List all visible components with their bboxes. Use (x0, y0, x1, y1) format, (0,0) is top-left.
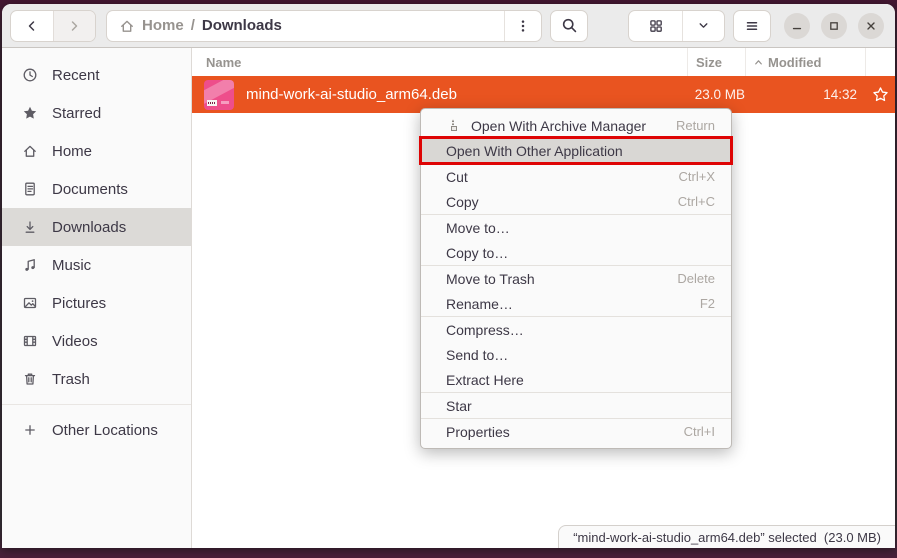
file-name: mind-work-ai-studio_arm64.deb (246, 86, 457, 103)
app-menu-button[interactable] (733, 10, 771, 42)
menu-accel: Return (676, 118, 715, 133)
clock-icon (22, 67, 38, 83)
home-icon (22, 143, 38, 159)
menu-item-move-to[interactable]: Move to… (421, 215, 731, 240)
menu-item-properties[interactable]: Properties Ctrl+I (421, 419, 731, 444)
deb-package-icon (204, 80, 234, 110)
plus-icon (22, 422, 38, 438)
sidebar-item-pictures[interactable]: Pictures (2, 284, 191, 322)
archive-manager-icon (446, 118, 462, 134)
header-bar: Home / Downloads (2, 4, 895, 48)
menu-item-cut[interactable]: Cut Ctrl+X (421, 164, 731, 189)
maximize-button[interactable] (821, 13, 847, 39)
menu-item-send-to[interactable]: Send to… (421, 342, 731, 367)
sidebar-item-label: Videos (52, 333, 98, 350)
sidebar-item-label: Starred (52, 105, 101, 122)
view-options-button[interactable] (682, 11, 724, 41)
column-header-name[interactable]: Name (192, 48, 687, 76)
minimize-button[interactable] (784, 13, 810, 39)
menu-item-open-with-other-application[interactable]: Open With Other Application (421, 138, 731, 163)
context-menu: Open With Archive Manager Return Open Wi… (420, 108, 732, 449)
menu-item-rename[interactable]: Rename… F2 (421, 291, 731, 316)
sidebar-item-label: Home (52, 143, 92, 160)
back-button[interactable] (11, 11, 53, 41)
window-controls (784, 13, 884, 39)
kebab-menu-icon (515, 18, 531, 34)
grid-view-icon (648, 18, 664, 34)
breadcrumb-separator: / (191, 17, 195, 34)
chevron-down-icon (696, 18, 711, 33)
menu-item-extract-here[interactable]: Extract Here (421, 367, 731, 392)
search-icon (561, 17, 578, 34)
download-icon (22, 219, 38, 235)
menu-accel: Ctrl+C (678, 194, 715, 209)
breadcrumb-root[interactable]: Home (142, 17, 184, 34)
breadcrumb-current[interactable]: Downloads (202, 17, 282, 34)
menu-item-compress[interactable]: Compress… (421, 317, 731, 342)
path-menu-button[interactable] (504, 11, 541, 41)
view-toggle-group (628, 10, 725, 42)
close-button[interactable] (858, 13, 884, 39)
sidebar-item-label: Other Locations (52, 422, 158, 439)
minimize-icon (790, 19, 804, 33)
hamburger-icon (744, 18, 760, 34)
places-sidebar: Recent Starred Home Documents Downloads … (2, 48, 192, 548)
sidebar-item-downloads[interactable]: Downloads (2, 208, 191, 246)
sidebar-item-music[interactable]: Music (2, 246, 191, 284)
close-icon (864, 19, 878, 33)
sidebar-item-other-locations[interactable]: Other Locations (2, 411, 191, 449)
sidebar-item-starred[interactable]: Starred (2, 94, 191, 132)
music-note-icon (22, 257, 38, 273)
column-header-row: Name Size Modified (192, 48, 895, 76)
forward-button[interactable] (53, 11, 95, 41)
star-outline-icon (872, 86, 889, 103)
picture-icon (22, 295, 38, 311)
menu-item-move-to-trash[interactable]: Move to Trash Delete (421, 266, 731, 291)
grid-view-button[interactable] (629, 11, 682, 41)
sidebar-item-label: Documents (52, 181, 128, 198)
file-manager-window: Home / Downloads (2, 4, 895, 548)
file-name-cell: mind-work-ai-studio_arm64.deb (192, 80, 687, 110)
search-button[interactable] (550, 10, 588, 42)
file-star-button[interactable] (865, 86, 895, 103)
column-header-star[interactable] (865, 48, 895, 76)
file-size: 23.0 MB (687, 87, 745, 102)
column-header-modified[interactable]: Modified (745, 48, 865, 76)
star-icon (22, 105, 38, 121)
maximize-icon (827, 19, 841, 33)
menu-item-copy[interactable]: Copy Ctrl+C (421, 189, 731, 214)
sort-ascending-icon (753, 57, 764, 68)
menu-item-copy-to[interactable]: Copy to… (421, 240, 731, 265)
trash-icon (22, 371, 38, 387)
menu-accel: F2 (700, 296, 715, 311)
menu-item-star[interactable]: Star (421, 393, 731, 418)
chevron-right-icon (66, 18, 82, 34)
menu-accel: Ctrl+X (679, 169, 715, 184)
column-header-size[interactable]: Size (687, 48, 745, 76)
menu-accel: Delete (677, 271, 715, 286)
sidebar-item-trash[interactable]: Trash (2, 360, 191, 398)
sidebar-item-label: Trash (52, 371, 90, 388)
sidebar-item-documents[interactable]: Documents (2, 170, 191, 208)
sidebar-separator (2, 404, 191, 405)
sidebar-item-recent[interactable]: Recent (2, 56, 191, 94)
sidebar-item-label: Music (52, 257, 91, 274)
chevron-left-icon (24, 18, 40, 34)
document-icon (22, 181, 38, 197)
file-modified-time: 14:32 (745, 87, 865, 102)
nav-button-group (10, 10, 96, 42)
sidebar-item-label: Downloads (52, 219, 126, 236)
sidebar-item-videos[interactable]: Videos (2, 322, 191, 360)
sidebar-item-label: Recent (52, 67, 100, 84)
menu-item-open-with-archive-manager[interactable]: Open With Archive Manager Return (421, 113, 731, 138)
sidebar-item-label: Pictures (52, 295, 106, 312)
breadcrumb[interactable]: Home / Downloads (106, 10, 542, 42)
sidebar-item-home[interactable]: Home (2, 132, 191, 170)
home-icon (119, 18, 135, 34)
film-icon (22, 333, 38, 349)
menu-accel: Ctrl+I (684, 424, 715, 439)
selection-status-text: “mind-work-ai-studio_arm64.deb” selected… (573, 530, 881, 545)
status-bar: “mind-work-ai-studio_arm64.deb” selected… (558, 525, 895, 548)
